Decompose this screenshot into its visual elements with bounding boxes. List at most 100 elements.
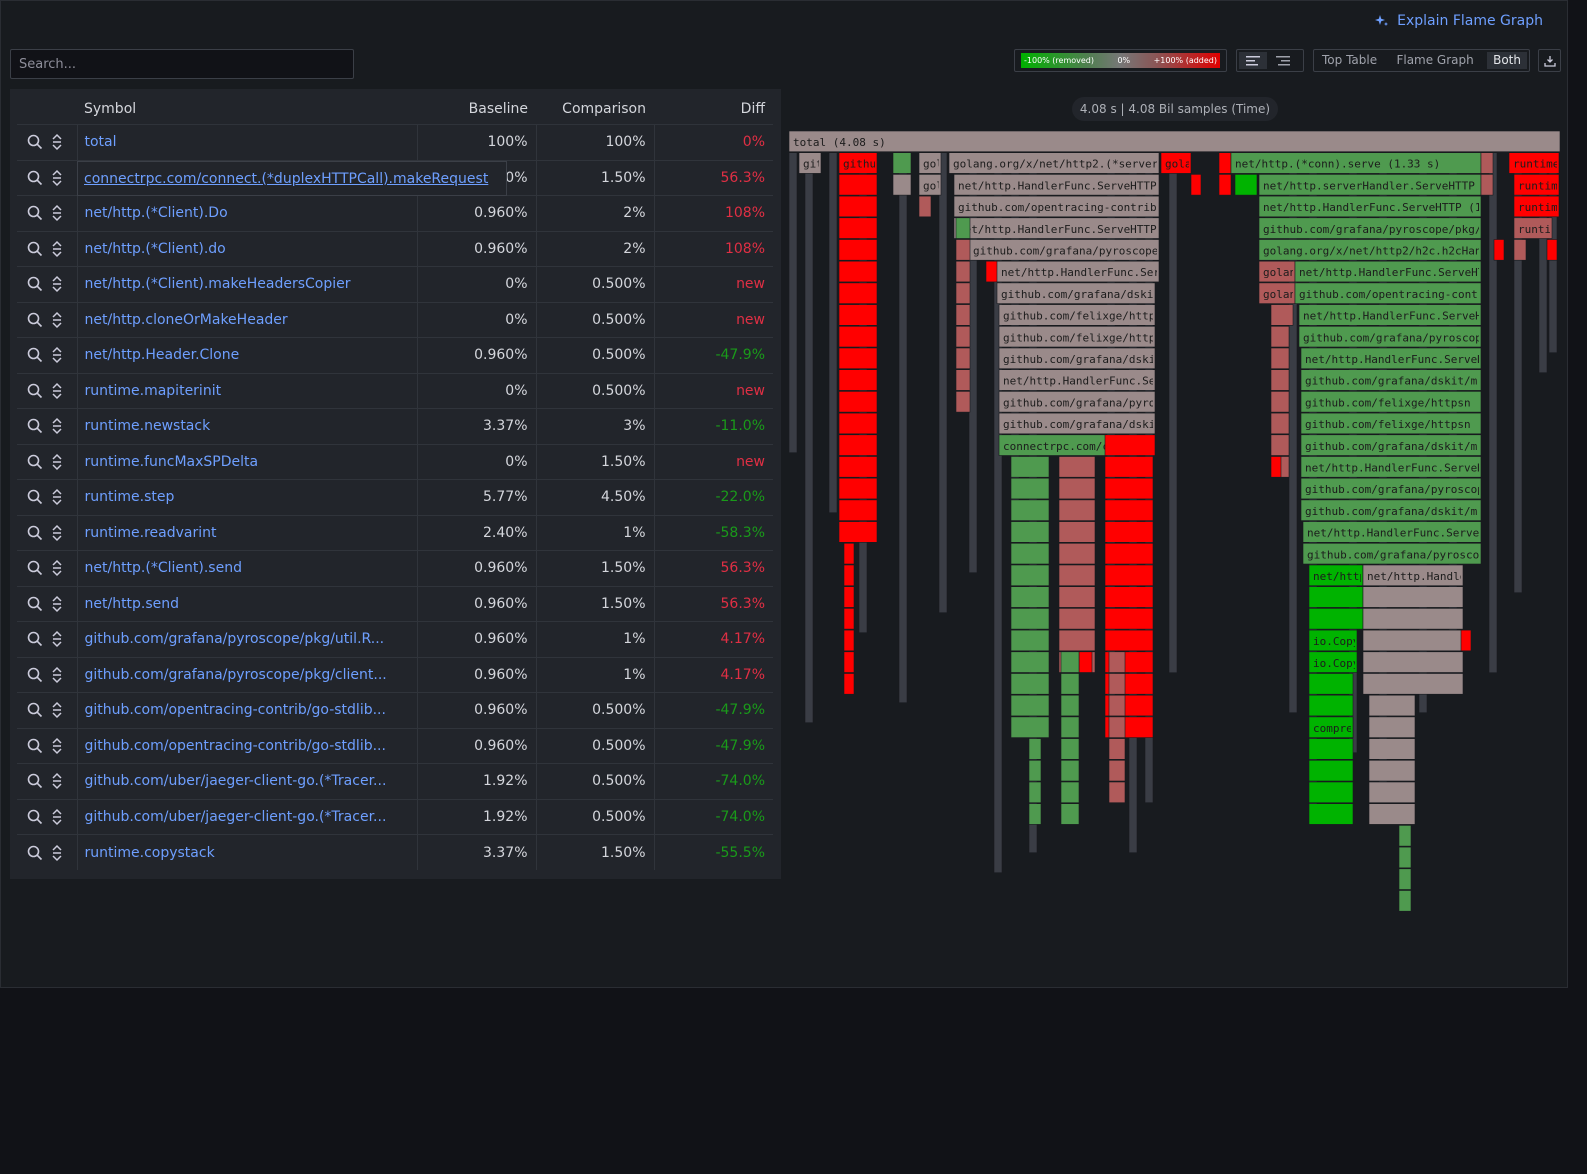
- flame-frame[interactable]: [1270, 347, 1290, 370]
- sort-icon[interactable]: [51, 737, 63, 755]
- table-row[interactable]: github.com/opentracing-contrib/go-stdlib…: [17, 727, 773, 764]
- flame-frame[interactable]: github.com/grafana/dskit/m: [996, 282, 1174, 304]
- flame-frame[interactable]: [1460, 629, 1472, 652]
- symbol-cell[interactable]: runtime.copystack: [77, 834, 418, 870]
- flame-frame[interactable]: [1362, 629, 1464, 652]
- flame-frame[interactable]: [1368, 781, 1416, 804]
- view-both-button[interactable]: Both: [1487, 52, 1527, 69]
- flame-frame[interactable]: [1368, 803, 1416, 825]
- search-input[interactable]: [10, 49, 354, 79]
- sort-icon[interactable]: [51, 524, 63, 542]
- flame-frame[interactable]: [955, 282, 971, 304]
- flame-frame[interactable]: [1480, 152, 1494, 174]
- flame-frame[interactable]: [1010, 673, 1050, 695]
- flame-frame[interactable]: [1010, 542, 1050, 565]
- symbol-cell[interactable]: runtime.newstack: [77, 408, 418, 444]
- flame-frame[interactable]: [1078, 651, 1093, 673]
- flame-frame[interactable]: [1104, 456, 1154, 478]
- search-symbol-icon[interactable]: [27, 241, 43, 257]
- flame-frame[interactable]: net/http.HandlerFunc.Serve: [998, 369, 1175, 391]
- search-symbol-icon[interactable]: [27, 347, 43, 363]
- flame-frame[interactable]: net/http.HandlerFunc.ServeHTTP (1: [953, 217, 1177, 239]
- flame-frame[interactable]: io.CopyN: [1308, 651, 1366, 673]
- search-symbol-icon[interactable]: [27, 205, 43, 221]
- table-row[interactable]: total 100% 100% 0%: [17, 124, 773, 160]
- table-row[interactable]: runtime.readvarint 2.40% 1% -58.3%: [17, 514, 773, 551]
- sort-icon[interactable]: [51, 453, 63, 471]
- flame-frame[interactable]: [838, 391, 878, 413]
- export-button[interactable]: [1538, 49, 1561, 72]
- flame-frame[interactable]: [1218, 174, 1232, 196]
- flame-frame[interactable]: [1010, 586, 1050, 608]
- flame-frame[interactable]: [838, 412, 878, 435]
- table-row[interactable]: net/http.(*Client).makeHeadersCopier 0% 0.…: [17, 266, 773, 302]
- flame-frame[interactable]: [1108, 781, 1126, 804]
- flame-frame[interactable]: [1270, 304, 1294, 326]
- flame-frame[interactable]: [1362, 586, 1464, 608]
- flame-frame[interactable]: [1308, 803, 1354, 825]
- sort-icon[interactable]: [51, 772, 63, 790]
- search-symbol-icon[interactable]: [27, 809, 43, 825]
- symbol-cell[interactable]: runtime.funcMaxSPDelta: [77, 443, 418, 480]
- table-row[interactable]: github.com/grafana/pyroscope/pkg/util.R.…: [17, 621, 773, 657]
- flame-frame[interactable]: [1060, 759, 1080, 782]
- table-row[interactable]: runtime.newstack 3.37% 3% -11.0%: [17, 408, 773, 444]
- sort-icon[interactable]: [51, 666, 63, 684]
- flame-frame[interactable]: net/http.HandlerFunc.ServeHTTP: [1300, 456, 1504, 478]
- flame-frame[interactable]: [1190, 174, 1202, 196]
- table-row[interactable]: github.com/opentracing-contrib/go-stdlib…: [17, 692, 773, 728]
- sort-icon[interactable]: [51, 275, 63, 293]
- flame-frame[interactable]: [1368, 716, 1416, 738]
- flame-frame[interactable]: [838, 282, 878, 304]
- align-left-button[interactable]: [1239, 52, 1267, 69]
- sort-icon[interactable]: [51, 311, 63, 329]
- search-symbol-icon[interactable]: [27, 702, 43, 718]
- flame-frame[interactable]: [838, 174, 878, 196]
- symbol-cell[interactable]: github.com/uber/jaeger-client-go.(*Trace…: [77, 798, 418, 835]
- flame-frame[interactable]: [789, 152, 798, 454]
- align-right-button[interactable]: [1269, 52, 1297, 69]
- flame-frame[interactable]: github.com/grafana/dskit/m: [1300, 434, 1482, 456]
- flame-frame[interactable]: [1058, 477, 1096, 500]
- flame-frame[interactable]: connectrpc.com/c: [998, 434, 1109, 456]
- flame-frame[interactable]: github.com/felixge/httpsn: [998, 326, 1169, 348]
- flame-frame[interactable]: [1398, 825, 1412, 847]
- flame-frame[interactable]: [838, 499, 878, 521]
- symbol-cell[interactable]: runtime.step: [77, 479, 418, 515]
- flame-frame[interactable]: [1108, 738, 1126, 760]
- search-symbol-icon[interactable]: [27, 845, 43, 861]
- search-symbol-icon[interactable]: [27, 276, 43, 292]
- flame-frame[interactable]: [1060, 738, 1080, 760]
- flame-frame[interactable]: github.com/felixge/httpsn: [998, 304, 1169, 326]
- flame-frame[interactable]: [1058, 456, 1096, 478]
- table-row[interactable]: runtime.mapiterinit 0% 0.500% new: [17, 372, 773, 409]
- flame-frame[interactable]: gol: [918, 174, 943, 196]
- search-symbol-icon[interactable]: [27, 667, 43, 683]
- flame-frame[interactable]: net/http.(*conn).serve (1.33 s): [1230, 152, 1482, 174]
- search-symbol-icon[interactable]: [27, 631, 43, 647]
- flame-frame[interactable]: [1060, 673, 1080, 695]
- flame-frame[interactable]: github.com/grafana/dskit/m: [1300, 369, 1482, 391]
- sort-icon[interactable]: [51, 382, 63, 400]
- flame-frame[interactable]: [1058, 542, 1096, 565]
- flame-frame[interactable]: [843, 629, 855, 652]
- flame-frame[interactable]: [1308, 608, 1364, 630]
- flame-frame[interactable]: [1060, 651, 1080, 673]
- flame-frame[interactable]: [843, 673, 855, 695]
- flame-frame[interactable]: [838, 195, 878, 218]
- flame-frame[interactable]: [1308, 738, 1354, 760]
- flame-frame[interactable]: [985, 260, 999, 283]
- flame-frame[interactable]: [838, 456, 878, 478]
- flame-frame[interactable]: [1104, 477, 1154, 500]
- symbol-cell[interactable]: net/http.(*Client).send: [77, 550, 418, 586]
- flame-frame[interactable]: [1368, 738, 1416, 760]
- search-symbol-icon[interactable]: [27, 312, 43, 328]
- flame-frame[interactable]: [1104, 521, 1154, 543]
- flame-frame[interactable]: [1028, 738, 1042, 760]
- flame-frame[interactable]: [1028, 803, 1042, 825]
- flame-frame[interactable]: [1028, 759, 1042, 782]
- table-row[interactable]: github.com/grafana/pyroscope/pkg/client.…: [17, 656, 773, 693]
- flame-frame[interactable]: [804, 152, 814, 724]
- flame-frame[interactable]: github.com/grafana/dskit/m: [998, 412, 1176, 435]
- flame-frame[interactable]: [843, 564, 855, 587]
